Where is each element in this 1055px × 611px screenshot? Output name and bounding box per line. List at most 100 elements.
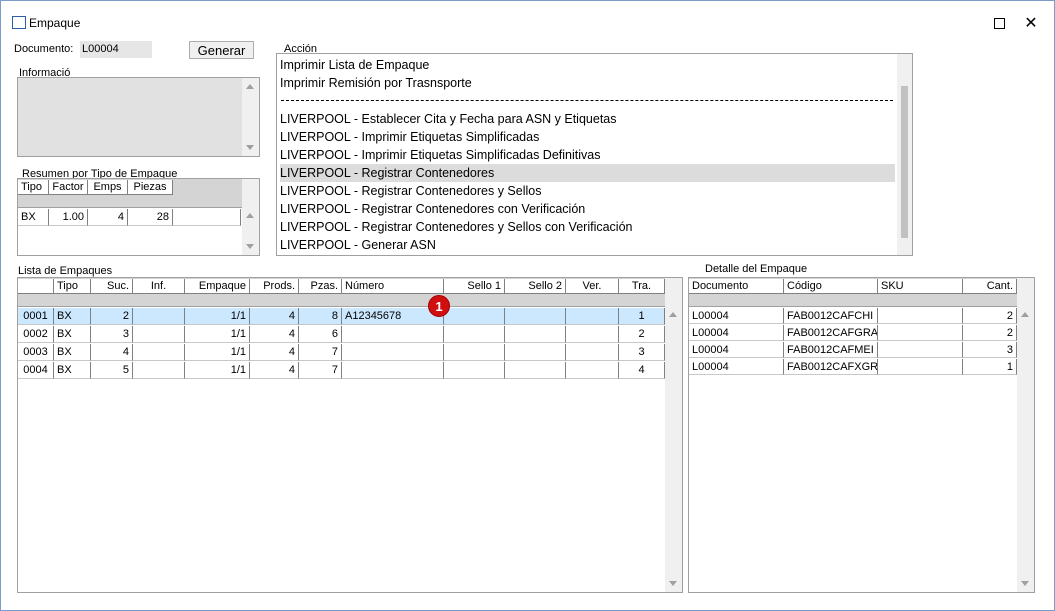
table-cell[interactable]: L00004 [689, 308, 784, 324]
table-cell[interactable]: 4 [88, 209, 128, 226]
informacion-textarea[interactable] [17, 77, 260, 157]
table-cell[interactable] [878, 325, 963, 341]
informacion-scrollbar[interactable] [242, 78, 259, 156]
col-header[interactable]: Documento [689, 279, 784, 294]
scroll-up-icon[interactable] [1021, 312, 1029, 317]
scroll-down-icon[interactable] [1021, 581, 1029, 586]
table-cell[interactable]: BX [54, 344, 91, 361]
scroll-up-icon[interactable] [246, 84, 254, 89]
row-number-cell[interactable]: 0001 [18, 308, 54, 325]
table-cell[interactable]: BX [18, 209, 49, 226]
table-cell[interactable] [566, 308, 619, 325]
list-item[interactable]: Imprimir Remisión por Trasnsporte [280, 74, 895, 92]
col-header[interactable]: SKU [878, 279, 963, 294]
col-header[interactable]: Emps [88, 180, 128, 195]
scroll-down-icon[interactable] [246, 145, 254, 150]
table-cell[interactable] [444, 308, 505, 325]
col-header[interactable]: Sello 1 [444, 279, 505, 294]
table-cell[interactable] [566, 326, 619, 343]
table-cell[interactable]: 3 [963, 342, 1017, 358]
table-cell[interactable]: 3 [91, 326, 133, 343]
col-header[interactable]: Empaque [185, 279, 250, 294]
scroll-up-icon[interactable] [669, 312, 677, 317]
row-number-cell[interactable]: 0002 [18, 326, 54, 343]
col-header[interactable] [18, 279, 54, 294]
scroll-down-icon[interactable] [246, 244, 254, 249]
table-cell[interactable] [133, 362, 185, 379]
table-cell[interactable]: 4 [250, 308, 299, 325]
table-cell[interactable]: 5 [91, 362, 133, 379]
col-header[interactable]: Sello 2 [505, 279, 566, 294]
table-cell[interactable]: BX [54, 326, 91, 343]
table-cell[interactable]: 28 [128, 209, 173, 226]
col-header[interactable]: Tipo [54, 279, 91, 294]
table-cell[interactable] [444, 326, 505, 343]
table-cell[interactable]: FAB0012CAFCHI [784, 308, 878, 324]
table-cell[interactable] [566, 362, 619, 379]
detalle-grid[interactable]: Documento Código SKU Cant. L00004 FAB0012… [688, 277, 1035, 593]
table-cell[interactable] [566, 344, 619, 361]
table-cell[interactable]: 1/1 [185, 308, 250, 325]
table-cell[interactable] [505, 362, 566, 379]
row-number-cell[interactable]: 0003 [18, 344, 54, 361]
table-cell[interactable] [505, 344, 566, 361]
maximize-button[interactable] [985, 10, 1013, 36]
table-cell[interactable] [878, 308, 963, 324]
list-item-selected[interactable]: LIVERPOOL - Registrar Contenedores [280, 164, 895, 182]
table-cell[interactable] [342, 344, 444, 361]
list-item[interactable]: LIVERPOOL - Generar ASN [280, 236, 895, 254]
resumen-grid[interactable]: Tipo Factor Emps Piezas BX 1.00 4 28 [17, 178, 260, 256]
table-cell[interactable]: 2 [963, 325, 1017, 341]
table-cell[interactable] [878, 359, 963, 375]
table-cell[interactable] [342, 326, 444, 343]
table-cell[interactable] [444, 362, 505, 379]
documento-field[interactable]: L00004 [80, 41, 152, 58]
col-header[interactable]: Inf. [133, 279, 185, 294]
table-cell[interactable] [878, 342, 963, 358]
col-header[interactable]: Tipo [18, 180, 49, 195]
table-cell[interactable] [444, 344, 505, 361]
col-header[interactable]: Código [784, 279, 878, 294]
table-cell[interactable]: FAB0012CAFMEI [784, 342, 878, 358]
table-cell[interactable]: 3 [619, 344, 665, 361]
table-cell[interactable] [505, 326, 566, 343]
table-cell[interactable]: 4 [250, 344, 299, 361]
table-cell[interactable]: FAB0012CAFGRA [784, 325, 878, 341]
detalle-scrollbar[interactable] [1017, 278, 1034, 592]
list-item[interactable]: LIVERPOOL - Registrar Contenedores con V… [280, 200, 895, 218]
table-cell[interactable] [133, 326, 185, 343]
lista-grid[interactable]: Tipo Suc. Inf. Empaque Prods. Pzas. Núme… [17, 277, 683, 593]
table-cell[interactable]: L00004 [689, 325, 784, 341]
scroll-thumb[interactable] [901, 86, 908, 238]
col-header[interactable]: Prods. [250, 279, 299, 294]
list-item[interactable]: LIVERPOOL - Imprimir Etiquetas Simplific… [280, 146, 895, 164]
table-cell[interactable]: 7 [299, 362, 342, 379]
table-cell[interactable]: 1/1 [185, 362, 250, 379]
col-header[interactable]: Tra. [619, 279, 665, 294]
list-item[interactable]: LIVERPOOL - Registrar Contenedores y Sel… [280, 218, 895, 236]
table-cell[interactable]: BX [54, 308, 91, 325]
accion-list[interactable]: Imprimir Lista de Empaque Imprimir Remis… [276, 53, 913, 256]
list-item[interactable]: LIVERPOOL - Imprimir Etiquetas Simplific… [280, 128, 895, 146]
table-cell[interactable]: BX [54, 362, 91, 379]
table-cell[interactable]: 4 [250, 362, 299, 379]
scroll-up-icon[interactable] [246, 213, 254, 218]
table-cell[interactable]: 1/1 [185, 326, 250, 343]
table-cell[interactable]: 1/1 [185, 344, 250, 361]
table-cell[interactable]: 4 [91, 344, 133, 361]
list-item[interactable]: LIVERPOOL - Establecer Cita y Fecha para… [280, 110, 895, 128]
col-header[interactable]: Factor [49, 180, 88, 195]
table-cell[interactable]: L00004 [689, 342, 784, 358]
table-cell[interactable]: L00004 [689, 359, 784, 375]
resumen-scrollbar[interactable] [242, 179, 259, 255]
table-cell[interactable]: 6 [299, 326, 342, 343]
table-cell[interactable] [342, 362, 444, 379]
table-cell[interactable]: 7 [299, 344, 342, 361]
table-cell[interactable]: 4 [250, 326, 299, 343]
table-cell[interactable]: 2 [91, 308, 133, 325]
col-header[interactable]: Número [342, 279, 444, 294]
table-cell[interactable]: 1.00 [49, 209, 88, 226]
list-item[interactable]: Imprimir Lista de Empaque [280, 56, 895, 74]
table-cell[interactable]: 8 [299, 308, 342, 325]
lista-scrollbar[interactable] [665, 278, 682, 592]
